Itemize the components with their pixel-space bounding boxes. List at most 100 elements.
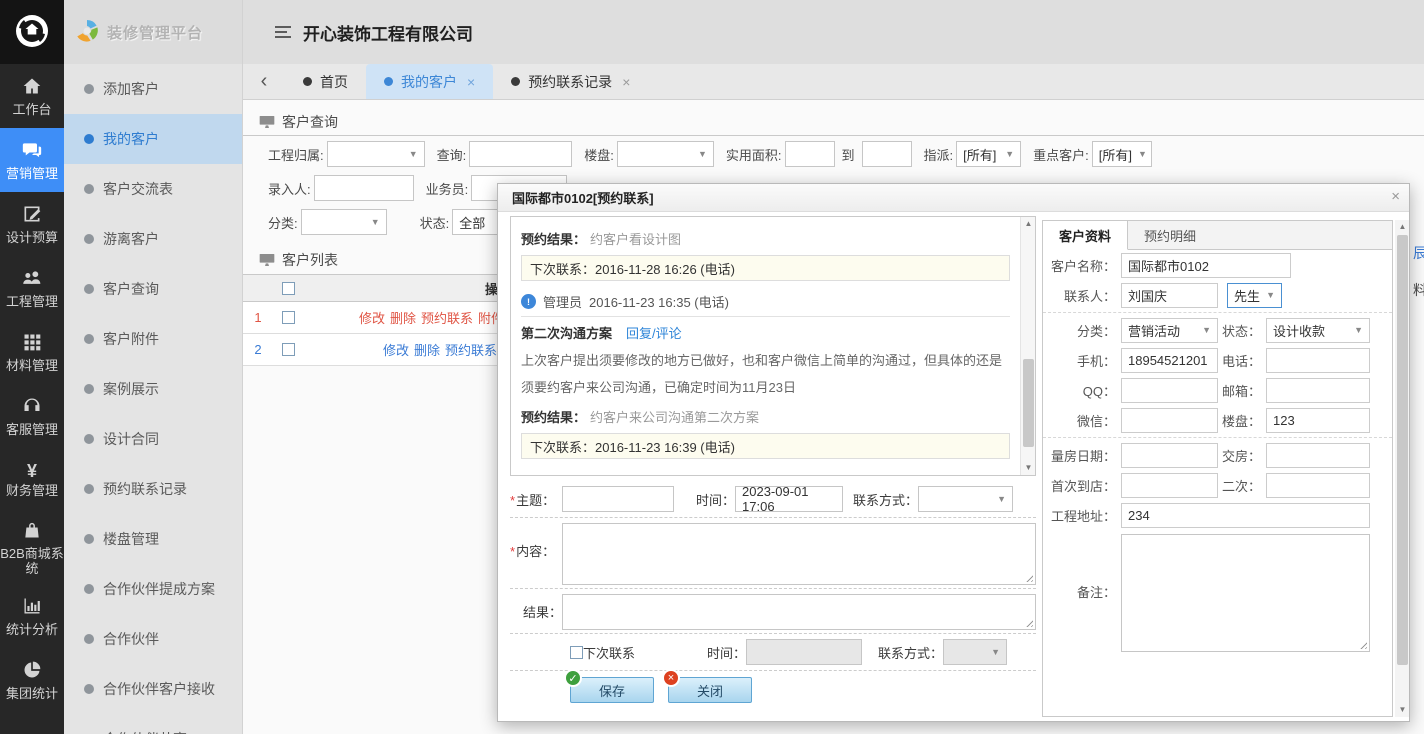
- scrollbar-thumb[interactable]: [1397, 235, 1408, 665]
- secondary-nav-partners[interactable]: 合作伙伴: [64, 614, 242, 664]
- wechat-input[interactable]: [1121, 408, 1218, 433]
- author-time: 2016-11-23 16:35 (电话): [589, 292, 729, 311]
- first-visit-input[interactable]: [1121, 473, 1218, 498]
- category-select[interactable]: 营销活动▼: [1121, 318, 1218, 343]
- secondary-nav-customer-query[interactable]: 客户查询: [64, 264, 242, 314]
- email-input[interactable]: [1266, 378, 1370, 403]
- tab-home[interactable]: 首页: [285, 64, 366, 99]
- edit-link[interactable]: 修改: [359, 311, 385, 326]
- tab-scroll-left-icon[interactable]: ‹: [243, 64, 285, 99]
- secondary-nav-design-contract[interactable]: 设计合同: [64, 414, 242, 464]
- bullet-icon: [84, 684, 94, 694]
- phone-input[interactable]: [1266, 348, 1370, 373]
- dialog-title-bar[interactable]: 国际都市0102[预约联系]: [498, 184, 1409, 212]
- bar-chart-icon: [22, 596, 42, 619]
- edit-link[interactable]: 修改: [383, 343, 409, 358]
- secondary-nav-floating-customers[interactable]: 游离客户: [64, 214, 242, 264]
- reply-comment-link[interactable]: 回复/评论: [626, 323, 682, 342]
- dialog-close-icon[interactable]: ×: [1391, 188, 1400, 205]
- primary-nav-finance[interactable]: ¥ 财务管理: [0, 448, 64, 512]
- status-select[interactable]: 设计收款▼: [1266, 318, 1370, 343]
- assign-select[interactable]: [所有]▼: [956, 141, 1021, 167]
- measure-date-input[interactable]: [1121, 443, 1218, 468]
- save-button[interactable]: ✓ 保存: [570, 677, 654, 703]
- vip-select[interactable]: [所有]▼: [1092, 141, 1152, 167]
- resize-handle-icon[interactable]: [1024, 573, 1033, 582]
- tab-close-icon[interactable]: ×: [622, 74, 630, 90]
- entry-person-input[interactable]: [314, 175, 414, 201]
- secondary-nav-partner-share[interactable]: 合作伙伴共享: [64, 714, 242, 734]
- result-label: 预约结果：: [521, 229, 586, 248]
- subject-input[interactable]: [562, 486, 674, 512]
- scroll-down-icon[interactable]: ▼: [1395, 703, 1410, 717]
- scroll-up-icon[interactable]: ▲: [1395, 220, 1410, 234]
- primary-nav-customer-service[interactable]: 客服管理: [0, 384, 64, 448]
- area-from-input[interactable]: [785, 141, 835, 167]
- primary-nav-design-budget[interactable]: 设计预算: [0, 192, 64, 256]
- status-label: 状态：: [1218, 321, 1266, 340]
- second-visit-input[interactable]: [1266, 473, 1370, 498]
- tab-my-customers[interactable]: 我的客户 ×: [366, 64, 493, 99]
- project-owner-select[interactable]: ▼: [327, 141, 425, 167]
- scroll-down-icon[interactable]: ▼: [1021, 461, 1036, 475]
- primary-nav-statistics[interactable]: 统计分析: [0, 584, 64, 648]
- resize-handle-icon[interactable]: [1358, 640, 1367, 649]
- secondary-nav-my-customers[interactable]: 我的客户: [64, 114, 242, 164]
- profile-panel-scrollbar[interactable]: ▲ ▼: [1395, 220, 1409, 717]
- mobile-input[interactable]: 18954521201: [1121, 348, 1218, 373]
- tab-appointment-detail[interactable]: 预约明细: [1128, 221, 1212, 249]
- contact-person-input[interactable]: 刘国庆: [1121, 283, 1218, 308]
- scrollbar-thumb[interactable]: [1023, 359, 1034, 447]
- secondary-nav-customer-attachments[interactable]: 客户附件: [64, 314, 242, 364]
- secondary-nav-add-customer[interactable]: 添加客户: [64, 64, 242, 114]
- scroll-up-icon[interactable]: ▲: [1021, 217, 1036, 231]
- building-select[interactable]: ▼: [617, 141, 714, 167]
- primary-nav-workbench[interactable]: 工作台: [0, 64, 64, 128]
- appointment-link[interactable]: 预约联系: [421, 311, 473, 326]
- area-to-input[interactable]: [862, 141, 912, 167]
- row-checkbox[interactable]: [282, 343, 295, 356]
- building-input[interactable]: 123: [1266, 408, 1370, 433]
- secondary-nav-building-management[interactable]: 楼盘管理: [64, 514, 242, 564]
- appointment-link[interactable]: 预约联系: [445, 343, 497, 358]
- close-button[interactable]: × 关闭: [668, 677, 752, 703]
- primary-nav-engineering[interactable]: 工程管理: [0, 256, 64, 320]
- address-input[interactable]: 234: [1121, 503, 1370, 528]
- category-select[interactable]: ▼: [301, 209, 387, 235]
- next-contact-checkbox[interactable]: [570, 646, 583, 659]
- salutation-select[interactable]: 先生▼: [1227, 283, 1282, 308]
- primary-nav-materials[interactable]: 材料管理: [0, 320, 64, 384]
- search-input[interactable]: [469, 141, 572, 167]
- brand-area: 装修管理平台: [64, 0, 242, 64]
- secondary-nav-label: 合作伙伴提成方案: [103, 579, 215, 599]
- tab-close-icon[interactable]: ×: [467, 74, 475, 90]
- secondary-nav-partner-commission[interactable]: 合作伙伴提成方案: [64, 564, 242, 614]
- result-textarea[interactable]: [562, 594, 1036, 630]
- history-scrollbar[interactable]: ▲ ▼: [1020, 217, 1035, 475]
- contact-history-box: 预约结果： 约客户看设计图 下次联系：2016-11-28 16:26 (电话)…: [510, 216, 1036, 476]
- secondary-nav-customer-exchange[interactable]: 客户交流表: [64, 164, 242, 214]
- secondary-nav-case-display[interactable]: 案例展示: [64, 364, 242, 414]
- remark-textarea[interactable]: [1121, 534, 1370, 652]
- qq-input[interactable]: [1121, 378, 1218, 403]
- select-all-checkbox[interactable]: [282, 282, 295, 295]
- time-input[interactable]: 2023-09-01 17:06: [735, 486, 843, 512]
- primary-nav-b2b-mall[interactable]: B2B商城系统: [0, 512, 64, 584]
- contact-method-select[interactable]: ▼: [918, 486, 1013, 512]
- primary-nav-settings[interactable]: [0, 712, 64, 734]
- primary-nav-marketing[interactable]: 营销管理: [0, 128, 64, 192]
- delete-link[interactable]: 删除: [390, 311, 416, 326]
- result-value: 约客户来公司沟通第二次方案: [590, 407, 759, 426]
- app-logo[interactable]: [0, 0, 64, 64]
- resize-handle-icon[interactable]: [1024, 618, 1033, 627]
- tab-customer-profile[interactable]: 客户资料: [1043, 221, 1128, 250]
- secondary-nav-partner-customer-receive[interactable]: 合作伙伴客户接收: [64, 664, 242, 714]
- customer-name-input[interactable]: 国际都市0102: [1121, 253, 1291, 278]
- tab-appointment-records[interactable]: 预约联系记录 ×: [493, 64, 648, 99]
- secondary-nav-appointment-records[interactable]: 预约联系记录: [64, 464, 242, 514]
- delivery-input[interactable]: [1266, 443, 1370, 468]
- row-checkbox[interactable]: [282, 311, 295, 324]
- delete-link[interactable]: 删除: [414, 343, 440, 358]
- content-textarea[interactable]: [562, 523, 1036, 585]
- primary-nav-group-stats[interactable]: 集团统计: [0, 648, 64, 712]
